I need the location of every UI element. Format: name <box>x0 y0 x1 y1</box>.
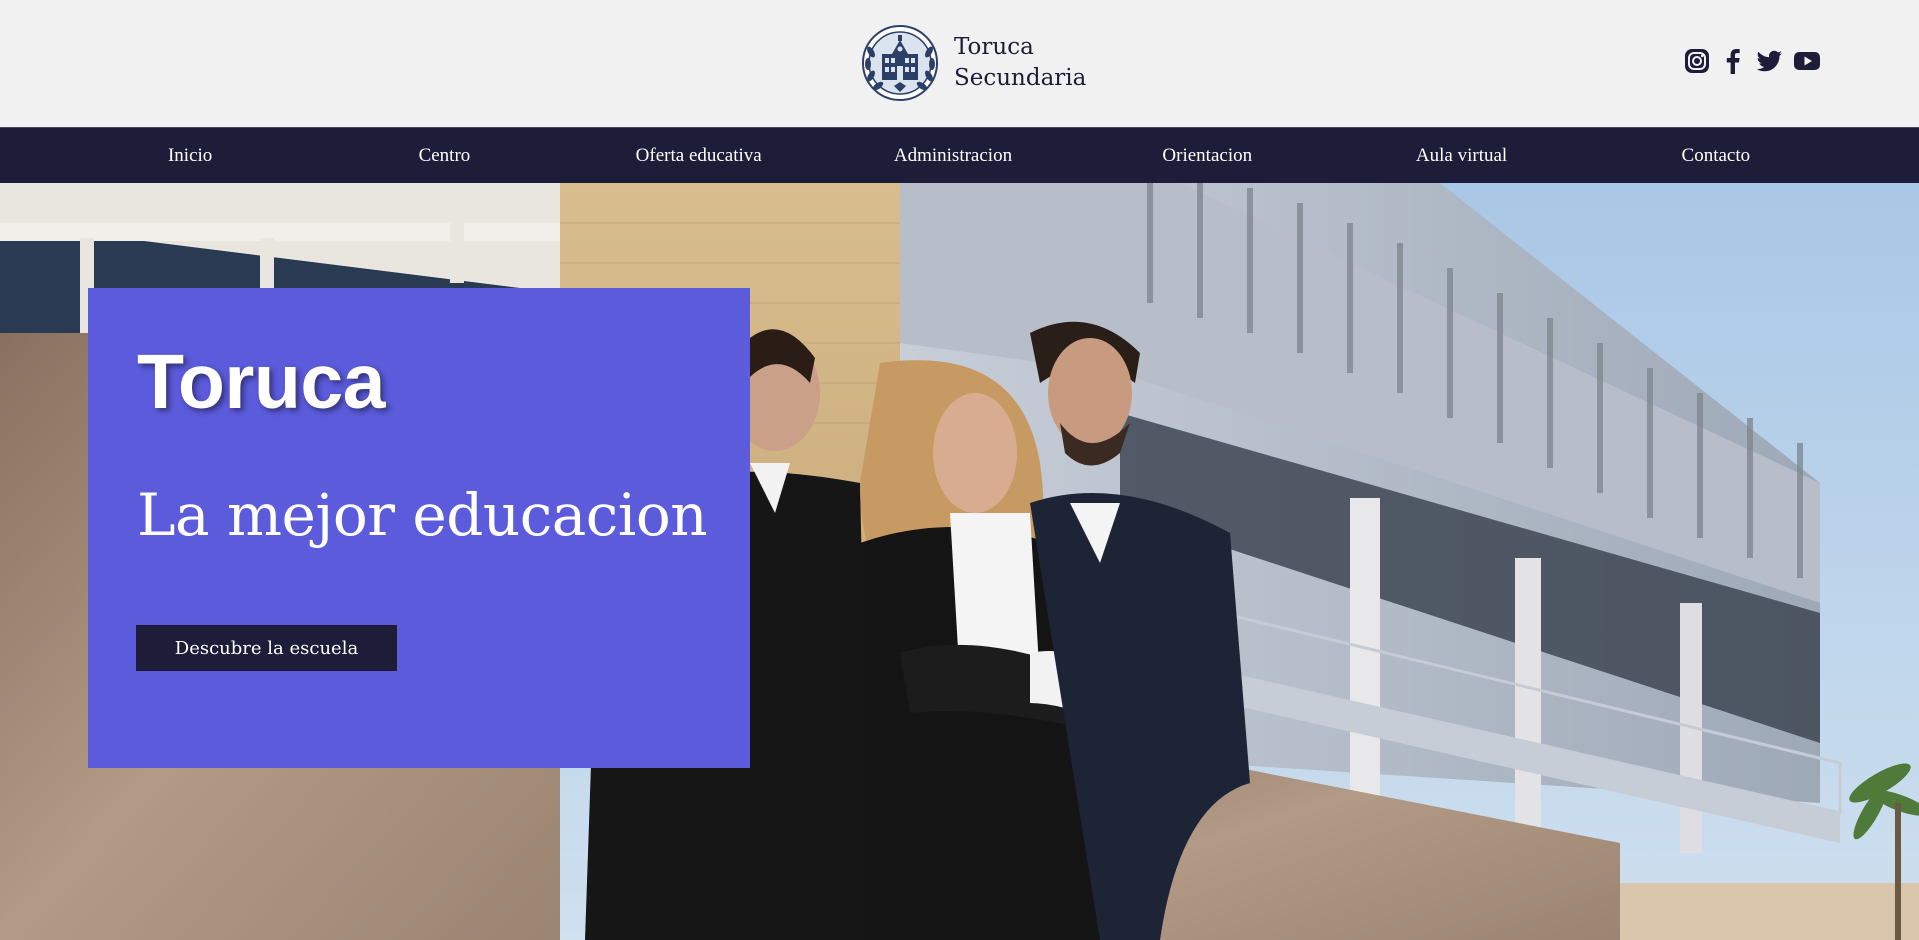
hero-title: Toruca <box>137 339 386 425</box>
brand-name-line1: Toruca <box>954 34 1034 60</box>
hero-section: Toruca La mejor educacion Descubre la es… <box>0 183 1919 940</box>
brand-name-line2: Secundaria <box>954 65 1087 91</box>
youtube-icon[interactable] <box>1791 47 1823 75</box>
nav-item-oferta-educativa[interactable]: Oferta educativa <box>572 128 826 183</box>
nav-item-orientacion[interactable]: Orientacion <box>1080 128 1334 183</box>
hero-card: Toruca La mejor educacion Descubre la es… <box>88 288 750 768</box>
main-nav: Inicio Centro Oferta educativa Administr… <box>0 127 1919 183</box>
nav-item-aula-virtual[interactable]: Aula virtual <box>1334 128 1588 183</box>
twitter-icon[interactable] <box>1755 47 1783 75</box>
brand[interactable]: Toruca Secundaria <box>860 24 1086 102</box>
site-header: Toruca Secundaria <box>0 0 1919 127</box>
nav-item-centro[interactable]: Centro <box>317 128 571 183</box>
discover-school-button[interactable]: Descubre la escuela <box>136 625 397 671</box>
school-crest-logo <box>862 25 938 101</box>
nav-item-administracion[interactable]: Administracion <box>826 128 1080 183</box>
hero-subtitle: La mejor educacion <box>137 481 708 549</box>
nav-item-contacto[interactable]: Contacto <box>1589 128 1843 183</box>
nav-item-inicio[interactable]: Inicio <box>63 128 317 183</box>
instagram-icon[interactable] <box>1683 47 1711 75</box>
social-links <box>1683 47 1823 75</box>
facebook-icon[interactable] <box>1719 47 1747 75</box>
brand-name: Toruca Secundaria <box>954 32 1086 94</box>
